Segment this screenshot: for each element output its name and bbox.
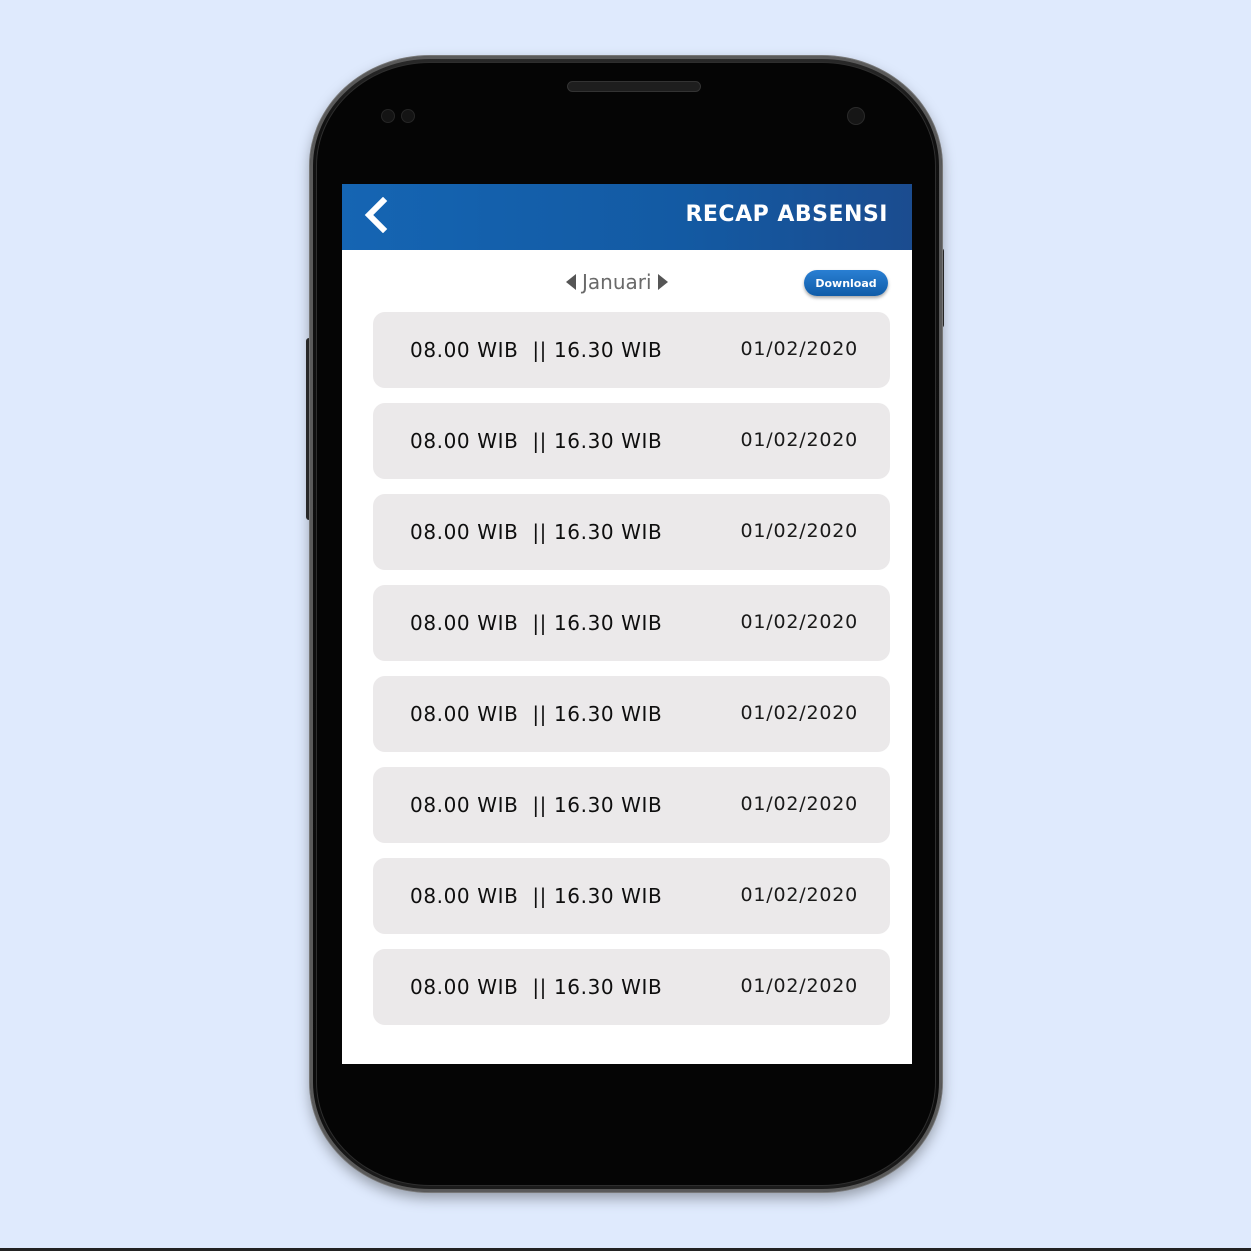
attendance-row[interactable]: 08.00 WIB || 16.30 WIB 01/02/2020 (373, 312, 890, 388)
attendance-row[interactable]: 08.00 WIB || 16.30 WIB 01/02/2020 (373, 403, 890, 479)
attendance-row[interactable]: 08.00 WIB || 16.30 WIB 01/02/2020 (373, 585, 890, 661)
attendance-row[interactable]: 08.00 WIB || 16.30 WIB 01/02/2020 (373, 858, 890, 934)
previous-month-icon[interactable] (566, 274, 576, 290)
attendance-list: 08.00 WIB || 16.30 WIB 01/02/2020 08.00 … (373, 312, 890, 1040)
page-background: RECAP ABSENSI Januari Download 08.00 WIB… (0, 0, 1251, 1251)
page-title: RECAP ABSENSI (685, 202, 888, 227)
attendance-date: 01/02/2020 (740, 611, 858, 633)
back-button[interactable] (358, 196, 394, 237)
attendance-row[interactable]: 08.00 WIB || 16.30 WIB 01/02/2020 (373, 767, 890, 843)
phone-sensor (381, 109, 395, 123)
attendance-date: 01/02/2020 (740, 793, 858, 815)
attendance-date: 01/02/2020 (740, 702, 858, 724)
phone-speaker (567, 81, 701, 92)
attendance-date: 01/02/2020 (740, 429, 858, 451)
attendance-times: 08.00 WIB || 16.30 WIB (410, 520, 663, 544)
attendance-date: 01/02/2020 (740, 338, 858, 360)
phone-sensor (401, 109, 415, 123)
month-label: Januari (582, 270, 652, 294)
attendance-times: 08.00 WIB || 16.30 WIB (410, 793, 663, 817)
attendance-date: 01/02/2020 (740, 975, 858, 997)
attendance-row[interactable]: 08.00 WIB || 16.30 WIB 01/02/2020 (373, 494, 890, 570)
attendance-times: 08.00 WIB || 16.30 WIB (410, 429, 663, 453)
attendance-date: 01/02/2020 (740, 884, 858, 906)
app-screen: RECAP ABSENSI Januari Download 08.00 WIB… (342, 184, 912, 1064)
attendance-times: 08.00 WIB || 16.30 WIB (410, 611, 663, 635)
month-selector: Januari (566, 268, 668, 296)
front-camera (847, 107, 865, 125)
chevron-left-icon (361, 196, 391, 237)
attendance-row[interactable]: 08.00 WIB || 16.30 WIB 01/02/2020 (373, 676, 890, 752)
attendance-row[interactable]: 08.00 WIB || 16.30 WIB 01/02/2020 (373, 949, 890, 1025)
attendance-times: 08.00 WIB || 16.30 WIB (410, 884, 663, 908)
download-button[interactable]: Download (804, 270, 888, 296)
attendance-times: 08.00 WIB || 16.30 WIB (410, 338, 663, 362)
app-bar: RECAP ABSENSI (342, 184, 912, 250)
next-month-icon[interactable] (657, 274, 668, 290)
attendance-times: 08.00 WIB || 16.30 WIB (410, 702, 663, 726)
attendance-date: 01/02/2020 (740, 520, 858, 542)
attendance-times: 08.00 WIB || 16.30 WIB (410, 975, 663, 999)
